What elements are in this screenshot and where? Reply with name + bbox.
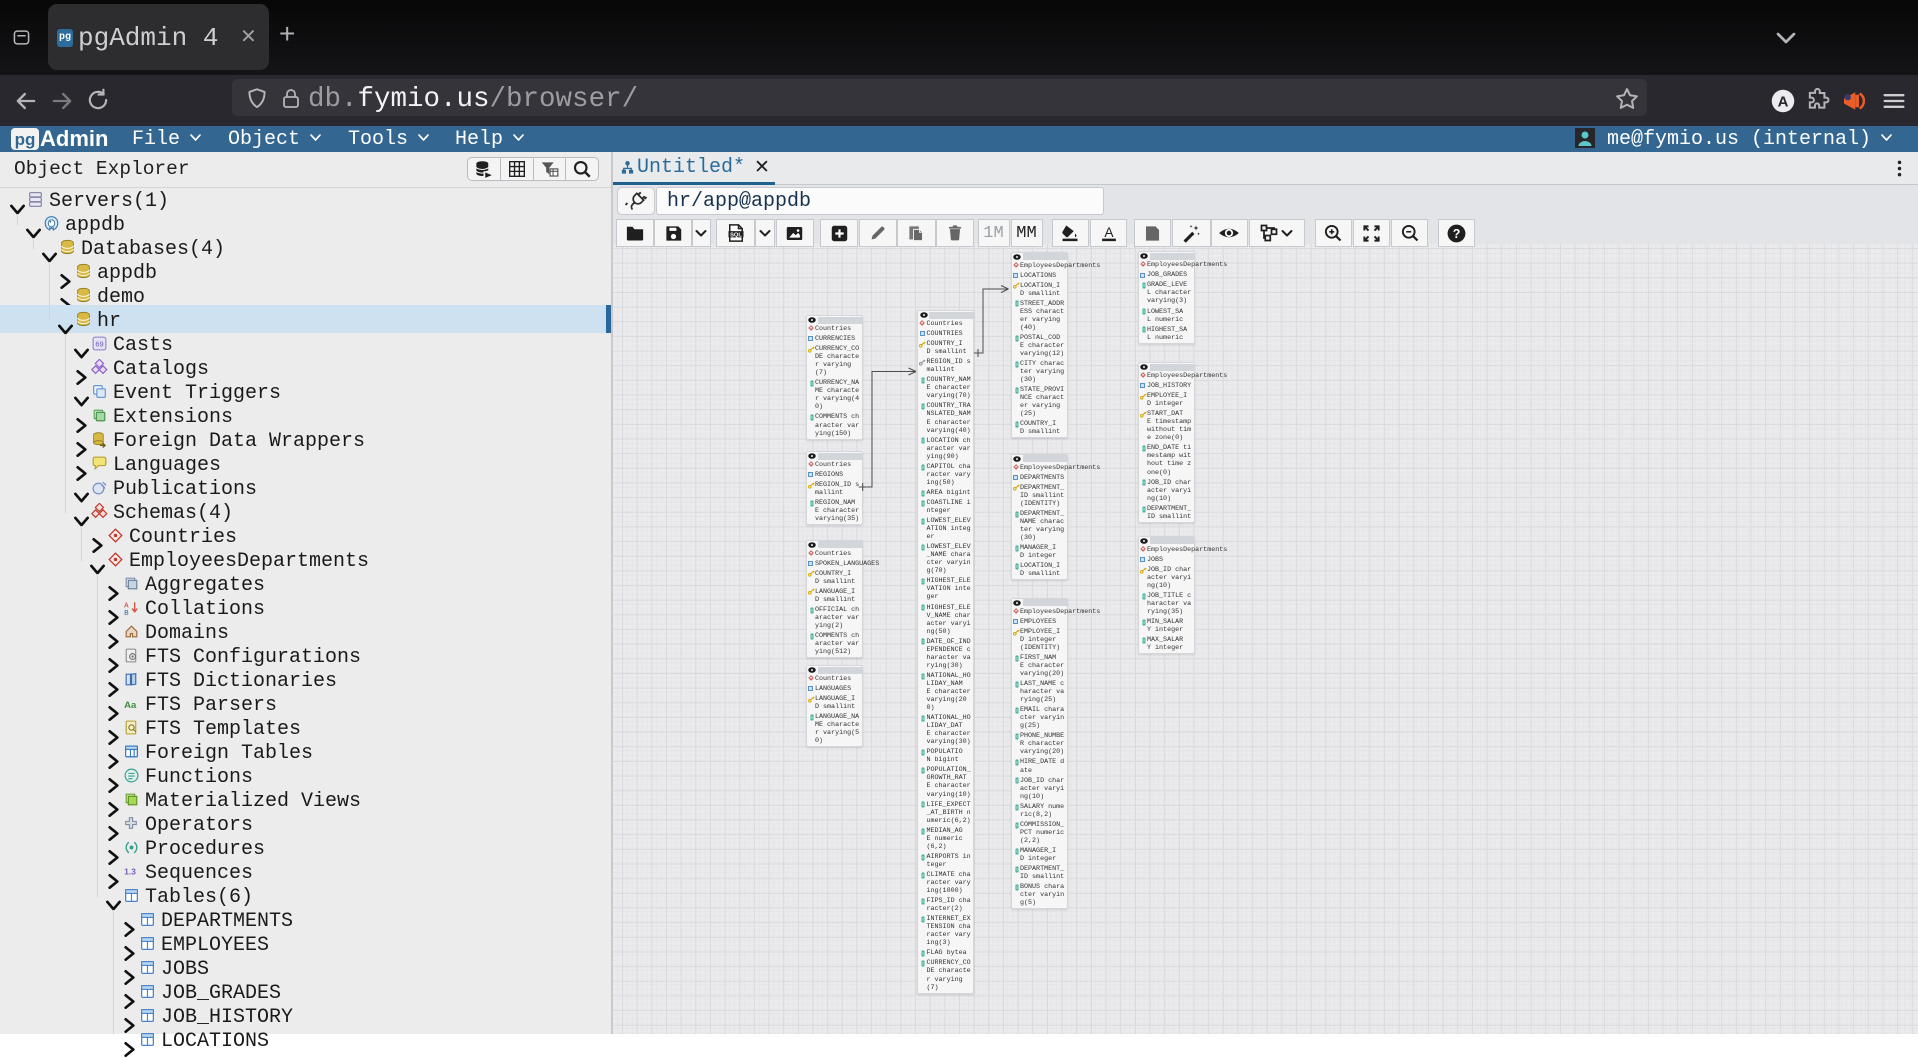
svg-text:?: ? [1452,227,1460,241]
svg-text:Admin: Admin [40,128,108,151]
svg-text:A: A [1104,225,1114,240]
svg-text:69: 69 [95,340,103,349]
svg-text:B: B [124,610,129,616]
svg-text:1.3: 1.3 [124,867,136,877]
svg-text:A: A [1778,94,1789,111]
svg-text:pg: pg [15,130,36,149]
svg-text:SQL: SQL [730,232,742,238]
svg-text:Aa: Aa [124,700,137,711]
